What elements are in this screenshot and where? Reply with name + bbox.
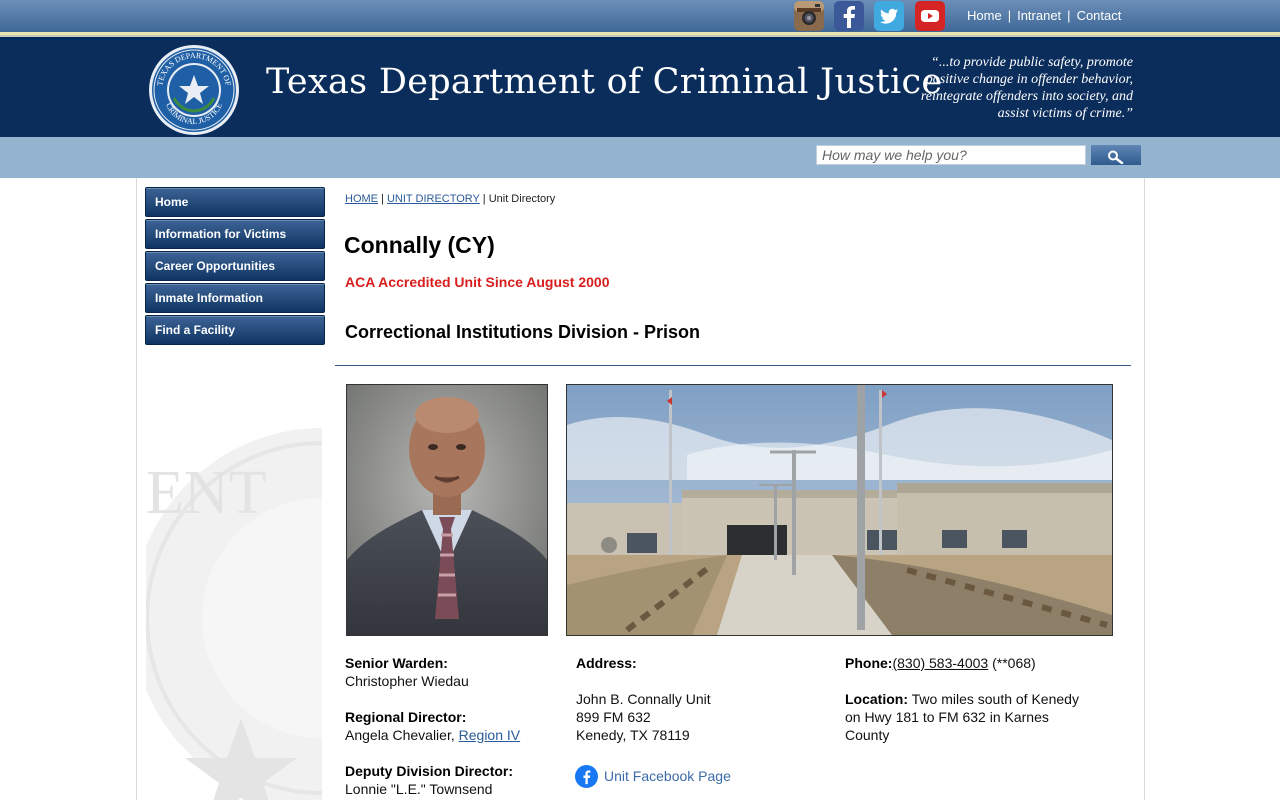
page-title: Connally (CY) [344, 232, 495, 258]
senior-warden-name: Christopher Wiedau [345, 673, 469, 689]
tdcj-seal-logo[interactable]: TEXAS DEPARTMENT OF CRIMINAL JUSTICE [148, 44, 240, 136]
address-info: Address: John B. Connally Unit 899 FM 63… [576, 654, 711, 744]
phone-link[interactable]: (830) 583-4003 [892, 655, 988, 671]
unit-facility-photo [566, 384, 1113, 636]
phone-label: Phone: [845, 655, 893, 671]
warden-photo [346, 384, 548, 636]
facebook-circle-icon [575, 764, 598, 788]
location-label: Location: [845, 691, 908, 707]
address-line-3: Kenedy, TX 78119 [576, 727, 690, 743]
top-link-intranet[interactable]: Intranet [1017, 8, 1061, 23]
regional-director-label: Regional Director: [345, 709, 467, 725]
search-button[interactable] [1091, 145, 1141, 165]
regional-director-name: Angela Chevalier, [345, 727, 459, 743]
address-line-1: John B. Connally Unit [576, 691, 711, 707]
youtube-icon[interactable] [915, 1, 945, 31]
division-heading: Correctional Institutions Division - Pri… [345, 322, 701, 342]
unit-facebook-link[interactable]: Unit Facebook Page [575, 764, 731, 788]
site-title[interactable]: Texas Department of Criminal Justice [266, 62, 942, 102]
watermark-seal-icon: ENT [146, 428, 322, 800]
contact-info: Phone:(830) 583-4003 (**068) Location: T… [845, 654, 1095, 744]
breadcrumb-unit-directory-link[interactable]: UNIT DIRECTORY [387, 193, 480, 205]
breadcrumb-home-link[interactable]: HOME [345, 193, 378, 205]
sidebar-item-inmate-information[interactable]: Inmate Information [145, 283, 325, 313]
twitter-icon[interactable] [874, 1, 904, 31]
top-stripe [0, 32, 1280, 40]
divider [335, 365, 1131, 366]
sidebar-item-information-for-victims[interactable]: Information for Victims [145, 219, 325, 249]
accreditation-notice: ACA Accredited Unit Since August 2000 [345, 274, 610, 290]
breadcrumb-current: Unit Directory [488, 193, 556, 205]
senior-warden-label: Senior Warden: [345, 655, 448, 671]
search-input[interactable] [816, 145, 1086, 165]
top-link-home[interactable]: Home [967, 8, 1002, 23]
mission-statement: “...to provide public safety, promote po… [920, 55, 1133, 121]
sidebar-item-career-opportunities[interactable]: Career Opportunities [145, 251, 325, 281]
address-line-2: 899 FM 632 [576, 709, 651, 725]
staff-info: Senior Warden: Christopher Wiedau Region… [345, 654, 520, 798]
unit-facebook-label: Unit Facebook Page [604, 768, 731, 784]
instagram-icon[interactable] [794, 1, 824, 31]
facebook-icon[interactable] [834, 1, 864, 31]
site-header: TEXAS DEPARTMENT OF CRIMINAL JUSTICE Tex… [0, 40, 1280, 137]
sidebar-item-find-a-facility[interactable]: Find a Facility [145, 315, 325, 345]
top-links: Home | Intranet | Contact [967, 8, 1122, 23]
top-link-contact[interactable]: Contact [1077, 8, 1122, 23]
deputy-director-label: Deputy Division Director: [345, 763, 514, 779]
search-bar [0, 137, 1280, 178]
address-label: Address: [576, 655, 637, 671]
svg-text:ENT: ENT [146, 459, 267, 527]
search-icon [1108, 150, 1124, 164]
region-iv-link[interactable]: Region IV [459, 727, 520, 743]
sidebar-item-home[interactable]: Home [145, 187, 325, 217]
breadcrumb: HOME | UNIT DIRECTORY | Unit Directory [345, 193, 556, 205]
phone-extension: (**068) [988, 655, 1036, 671]
deputy-director-name: Lonnie "L.E." Townsend [345, 781, 493, 797]
